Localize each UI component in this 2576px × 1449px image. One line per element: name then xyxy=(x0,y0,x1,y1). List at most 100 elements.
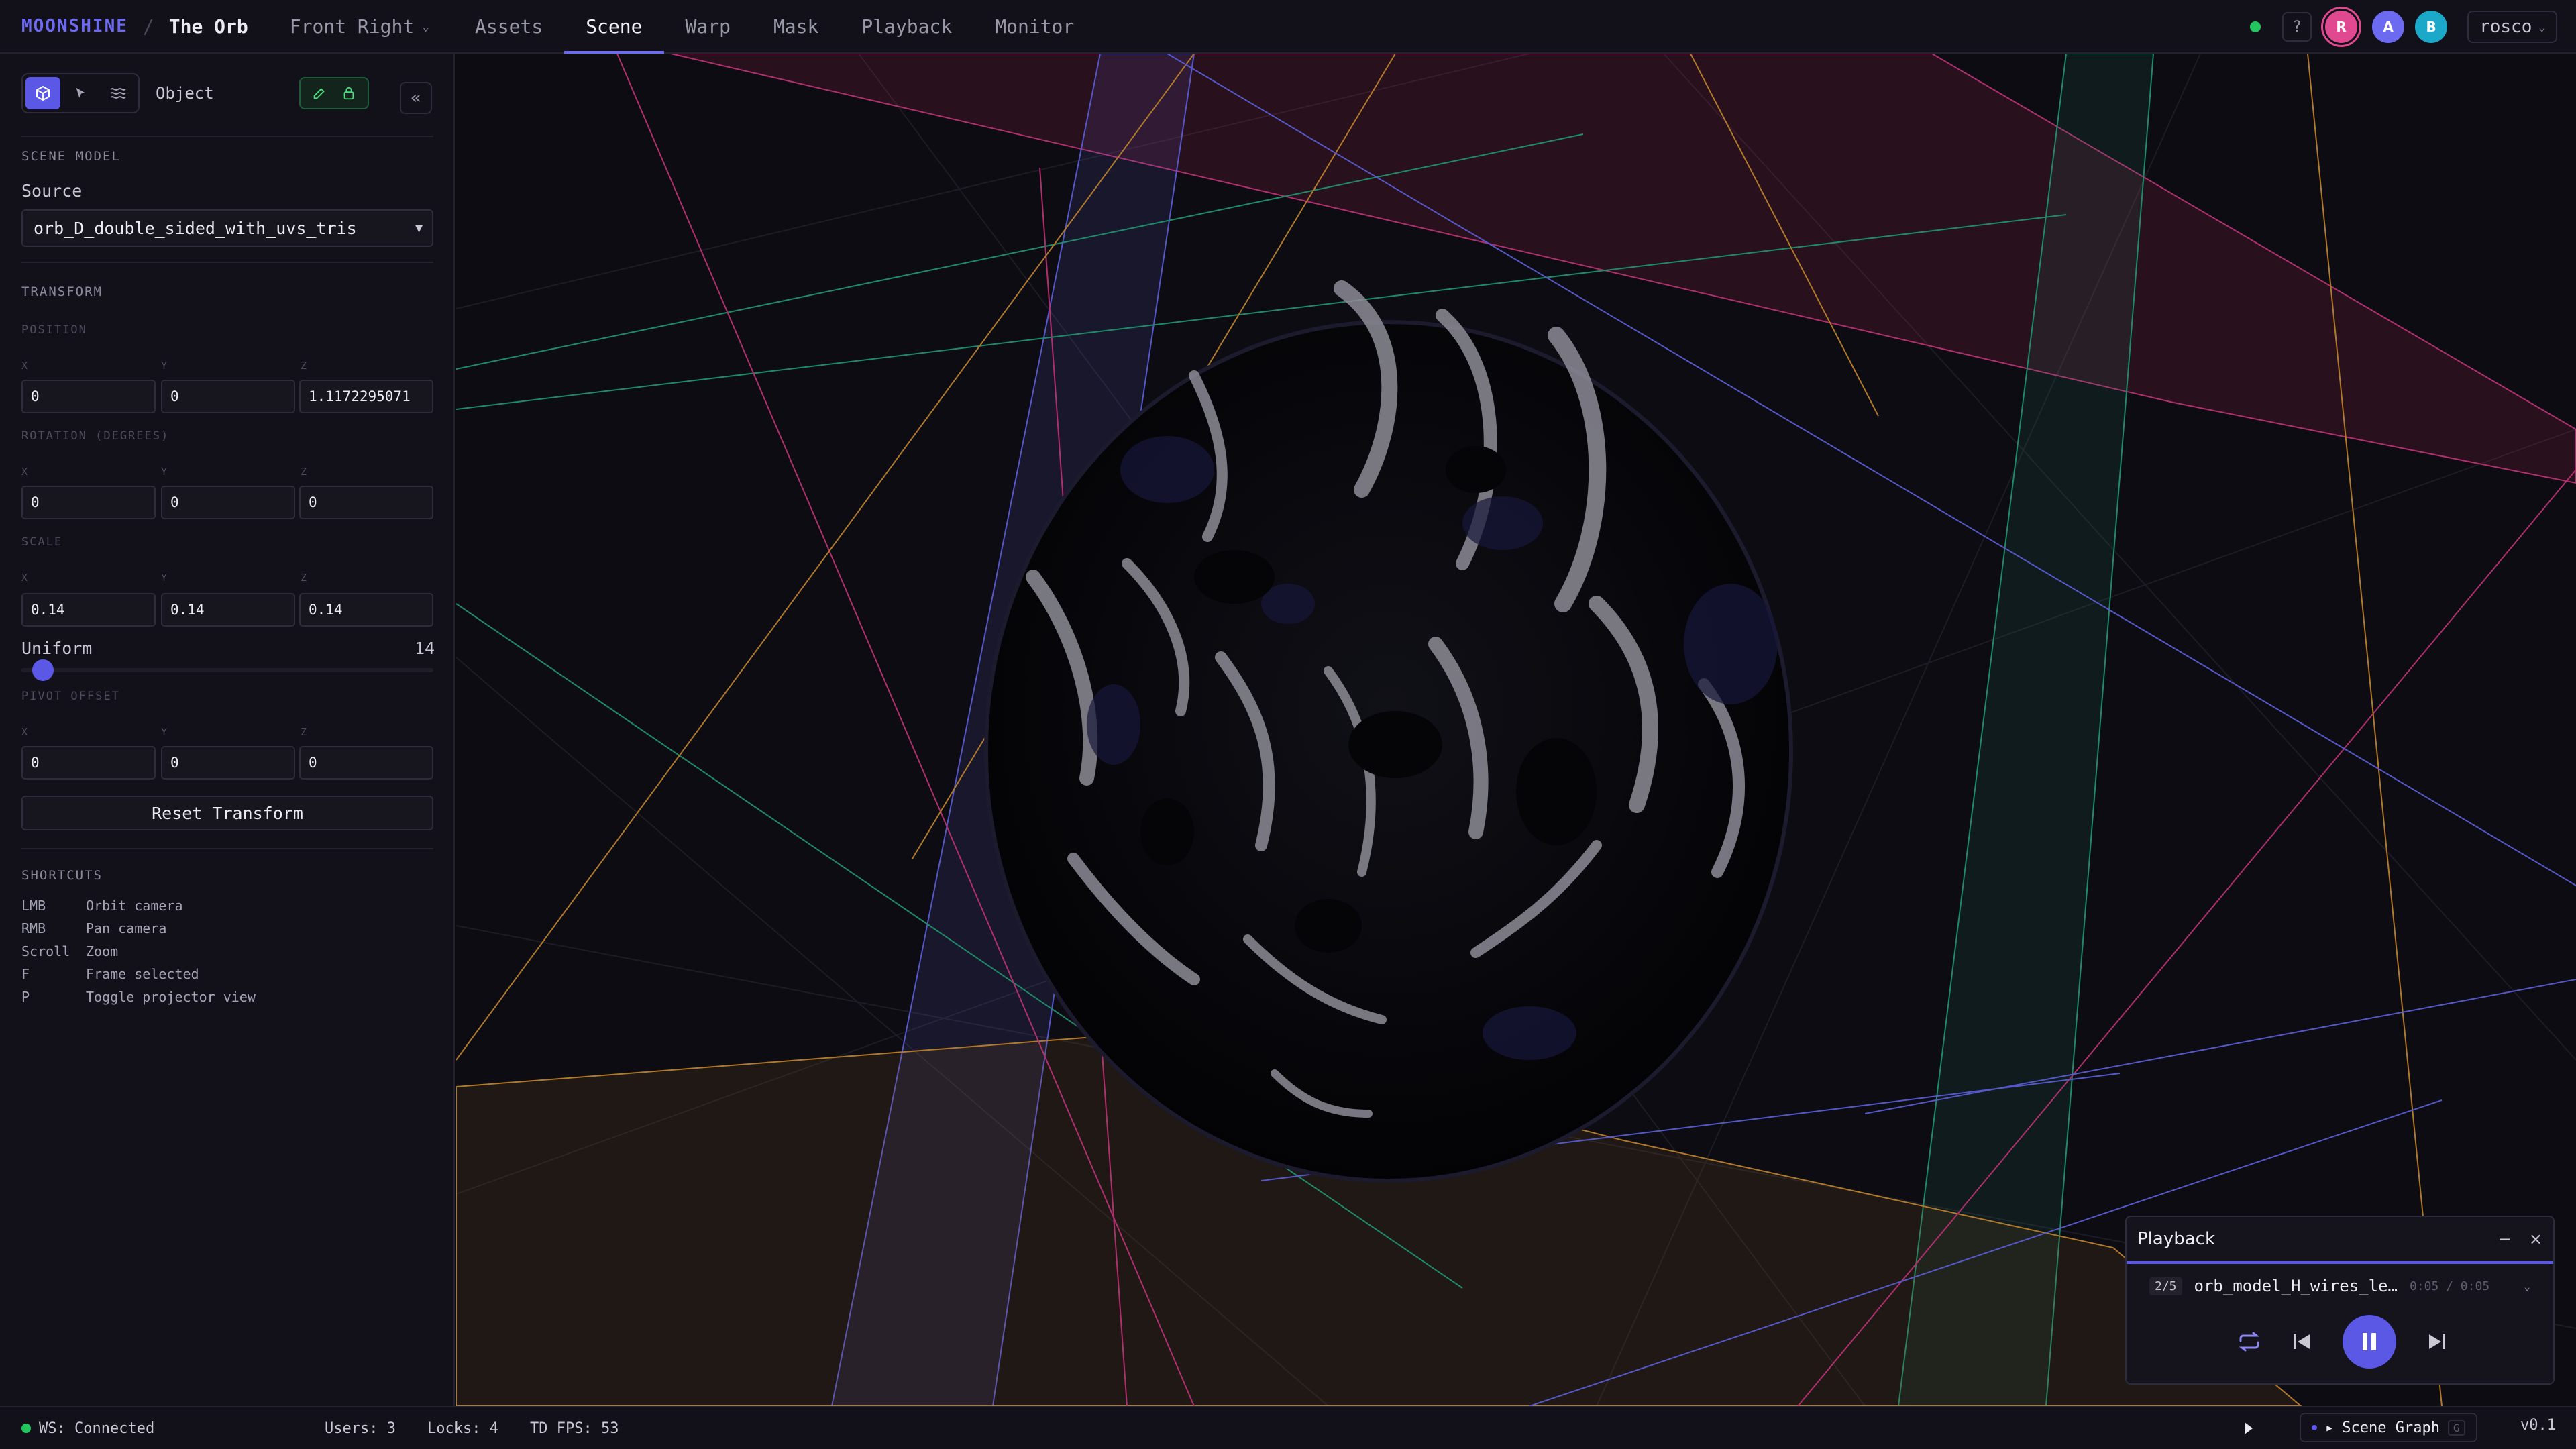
shortcut-row: P Toggle projector view xyxy=(21,989,256,1005)
scale-z-input[interactable]: 0.14 xyxy=(299,593,433,627)
websocket-status: WS: Connected xyxy=(21,1420,154,1437)
playlist-selector[interactable]: 2/5 orb_model_H_wires_le… 0:05 / 0:05 ⌄ xyxy=(2127,1264,2553,1308)
brand-logo[interactable]: MOONSHINE xyxy=(21,16,128,36)
rotation-x-input[interactable]: 0 xyxy=(21,486,156,519)
users-count: Users: 3 xyxy=(325,1419,396,1437)
header-actions: ? R A B rosco ⌄ xyxy=(2250,0,2557,54)
next-button[interactable] xyxy=(2427,1332,2447,1351)
status-bar: WS: Connected Users: 3 Locks: 4 TD FPS: … xyxy=(0,1406,2576,1449)
pivot-z-input[interactable]: 0 xyxy=(299,746,433,780)
position-label: POSITION xyxy=(21,323,87,337)
loop-button[interactable] xyxy=(2238,1332,2261,1352)
close-button[interactable]: × xyxy=(2529,1230,2542,1248)
shortcut-row: LMB Orbit camera xyxy=(21,898,183,914)
shortcut-row: F Frame selected xyxy=(21,966,199,982)
previous-button[interactable] xyxy=(2292,1332,2312,1351)
position-x-input[interactable]: 0 xyxy=(21,380,156,413)
shortcut-action: Pan camera xyxy=(86,920,167,936)
avatar[interactable]: A xyxy=(2372,11,2405,43)
shortcut-key: F xyxy=(21,966,30,982)
select-mode-button[interactable] xyxy=(63,77,98,109)
scene-viewport[interactable] xyxy=(456,54,2576,1406)
pause-button[interactable] xyxy=(2343,1315,2396,1368)
rotation-z-input[interactable]: 0 xyxy=(299,486,433,519)
help-button[interactable]: ? xyxy=(2282,12,2312,42)
lock-button[interactable] xyxy=(335,81,362,105)
shortcut-action: Frame selected xyxy=(86,966,199,982)
axis-label-x: X xyxy=(21,726,28,738)
skip-back-icon xyxy=(2294,1334,2310,1349)
tab-assets[interactable]: Assets xyxy=(453,0,564,53)
scene-graph-button[interactable]: ▸ Scene Graph G xyxy=(2300,1413,2477,1442)
axis-label-x: X xyxy=(21,572,28,584)
scene-canvas[interactable] xyxy=(456,54,2576,1406)
axis-label-z: Z xyxy=(301,726,307,738)
tool-row: Object xyxy=(21,73,433,113)
scene-model-title: SCENE MODEL xyxy=(21,149,121,164)
top-bar: MOONSHINE / The Orb Front Right ⌄ Assets… xyxy=(0,0,2576,54)
source-select[interactable]: orb_D_double_sided_with_uvs_tris ▼ xyxy=(21,209,433,247)
pause-icon xyxy=(2363,1333,2376,1350)
axis-label-z: Z xyxy=(301,572,307,584)
edit-button[interactable] xyxy=(306,81,333,105)
view-dropdown[interactable]: Front Right ⌄ xyxy=(290,15,429,38)
tab-warp[interactable]: Warp xyxy=(664,0,752,53)
object-mode-button[interactable] xyxy=(25,77,60,109)
shortcut-action: Orbit camera xyxy=(86,898,183,914)
breadcrumb-separator: / xyxy=(142,15,154,38)
playback-controls xyxy=(2127,1308,2553,1375)
shortcut-badge: G xyxy=(2447,1419,2465,1436)
user-menu[interactable]: rosco ⌄ xyxy=(2467,11,2557,43)
collapse-sidebar-button[interactable]: « xyxy=(400,82,432,114)
tab-mask[interactable]: Mask xyxy=(752,0,840,53)
uniform-scale-slider-thumb[interactable] xyxy=(32,659,54,681)
playlist-position: 2/5 xyxy=(2149,1277,2182,1295)
connected-dot xyxy=(21,1424,31,1433)
playback-panel: Playback − × 2/5 orb_model_H_wires_le… 0… xyxy=(2125,1216,2555,1385)
connection-status-dot xyxy=(2250,21,2261,32)
websocket-status-text: WS: Connected xyxy=(39,1419,155,1437)
uniform-scale-label: Uniform xyxy=(21,639,93,658)
rotation-y-input[interactable]: 0 xyxy=(161,486,295,519)
inspector-sidebar: Object « SCENE MODEL Source orb_D_double… xyxy=(0,54,455,1406)
shortcuts-title: SHORTCUTS xyxy=(21,868,103,883)
chevron-down-icon: ⌄ xyxy=(2538,20,2545,34)
divider xyxy=(21,262,433,263)
cursor-icon xyxy=(76,87,85,98)
avatar[interactable]: R xyxy=(2325,11,2358,43)
divider xyxy=(21,848,433,849)
td-fps: TD FPS: 53 xyxy=(530,1419,619,1437)
pivot-x-input[interactable]: 0 xyxy=(21,746,156,780)
axis-label-y: Y xyxy=(161,360,168,372)
track-name: orb_model_H_wires_le… xyxy=(2194,1277,2398,1295)
uniform-scale-track[interactable] xyxy=(21,668,433,672)
scale-label: SCALE xyxy=(21,535,63,549)
playback-panel-title: Playback xyxy=(2137,1229,2216,1249)
reset-transform-button[interactable]: Reset Transform xyxy=(21,796,433,830)
version-label: v0.1 xyxy=(2520,1417,2556,1434)
tab-monitor[interactable]: Monitor xyxy=(973,0,1095,53)
playback-panel-header[interactable]: Playback − × xyxy=(2127,1217,2553,1264)
warp-mode-button[interactable] xyxy=(101,77,136,109)
mouse-cursor-icon xyxy=(2245,1422,2253,1434)
axis-label-x: X xyxy=(21,360,28,372)
play-triangle-icon: ▸ xyxy=(2325,1419,2334,1436)
tab-playback[interactable]: Playback xyxy=(840,0,973,53)
position-y-input[interactable]: 0 xyxy=(161,380,295,413)
scale-y-input[interactable]: 0.14 xyxy=(161,593,295,627)
scale-x-input[interactable]: 0.14 xyxy=(21,593,156,627)
tool-mode-group xyxy=(21,73,140,113)
source-select-value: orb_D_double_sided_with_uvs_tris xyxy=(34,218,357,238)
mode-label: Object xyxy=(156,84,214,103)
avatar[interactable]: B xyxy=(2415,11,2448,43)
tab-scene[interactable]: Scene xyxy=(564,0,664,54)
minimize-button[interactable]: − xyxy=(2498,1230,2512,1248)
locks-count: Locks: 4 xyxy=(427,1419,498,1437)
waves-icon xyxy=(110,88,126,99)
pivot-y-input[interactable]: 0 xyxy=(161,746,295,780)
user-name: rosco xyxy=(2479,17,2532,37)
project-title[interactable]: The Orb xyxy=(169,15,248,38)
position-z-input[interactable]: 1.1172295071 xyxy=(299,380,433,413)
chevron-down-icon: ⌄ xyxy=(2524,1279,2530,1293)
transform-title: TRANSFORM xyxy=(21,284,103,299)
